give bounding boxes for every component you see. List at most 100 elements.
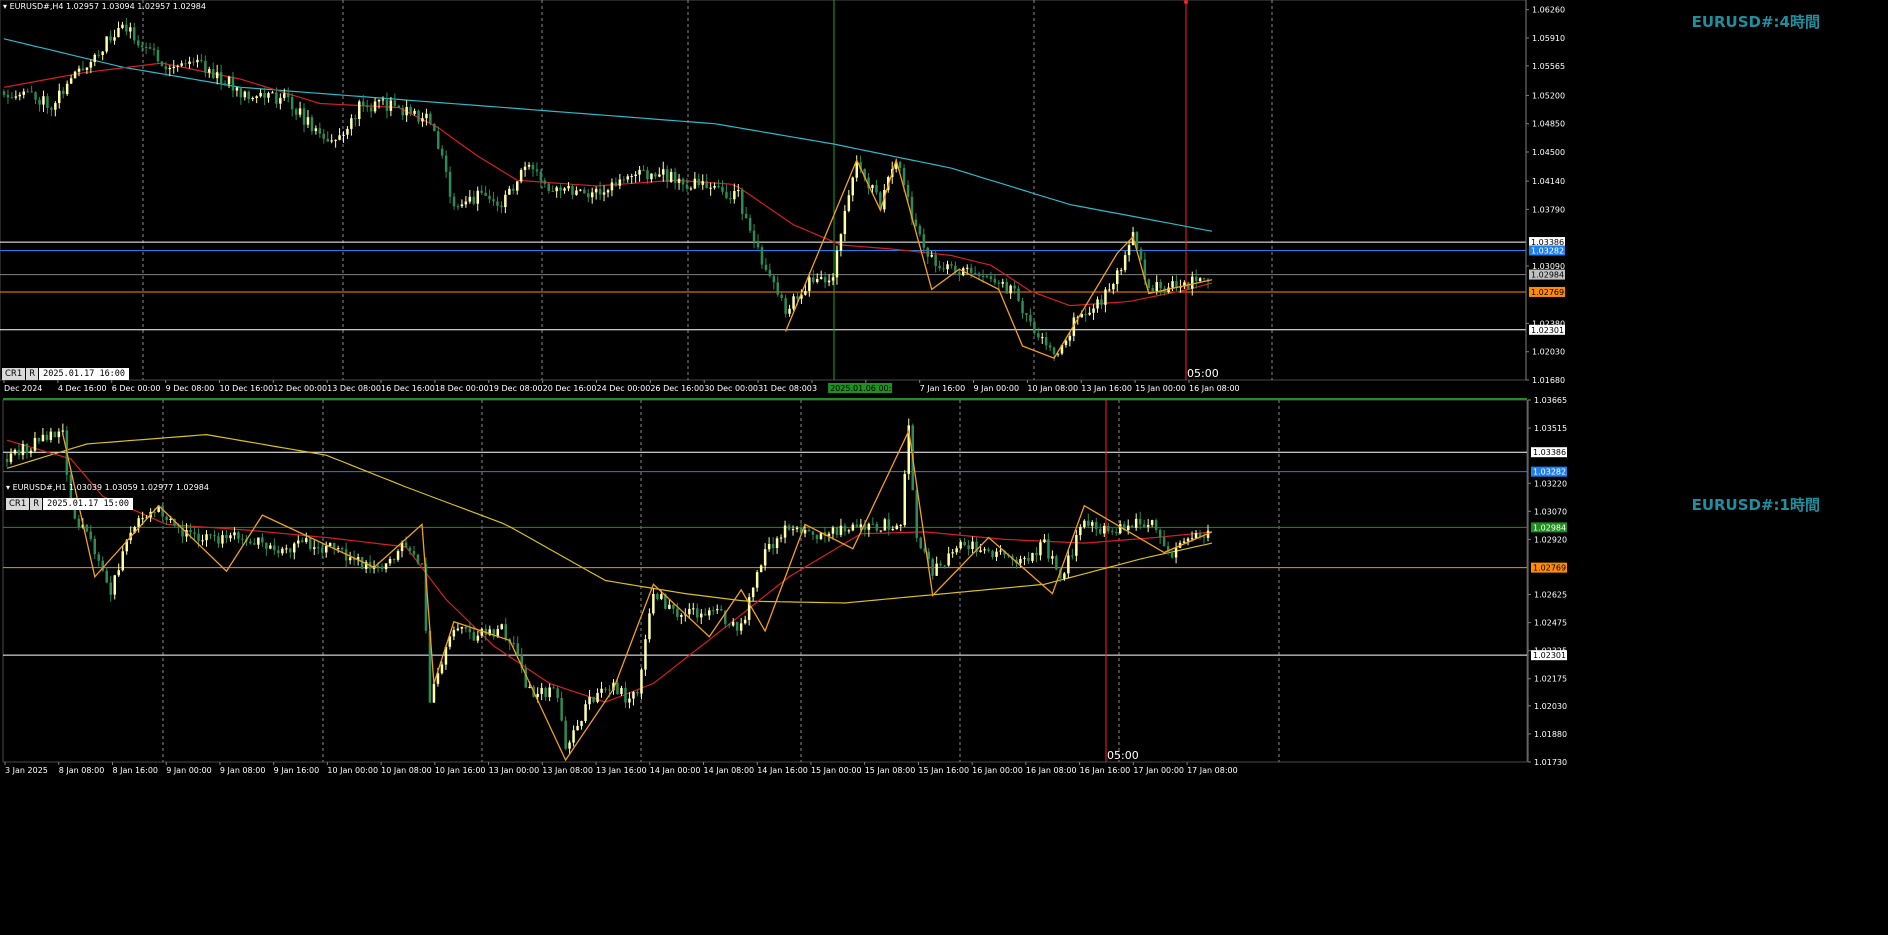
candle-body [235,87,239,91]
candle-body [1027,557,1030,561]
candle-body [685,184,689,189]
candle-body [97,554,100,561]
candle-body [959,541,962,549]
candle-body [950,264,953,266]
candle-body [808,277,811,291]
h4-panel: 05:00 1.06260 1.05910 1.05565 1.05200 1.04850… [0,0,1565,393]
time-tick-label: 8 Jan 08:00 [59,766,105,775]
candle-body [160,61,164,67]
candle-body [729,198,732,200]
candle-body [624,687,627,703]
candle-body [2,91,6,95]
candle-body [464,626,468,629]
candle-body [144,47,148,48]
candle-body [1041,337,1044,339]
candle-body [69,78,73,84]
candle-body [1108,289,1111,291]
candle-body [728,623,731,626]
collapse-arrow-icon[interactable]: ▾ [6,483,10,492]
level-price-text: 1.02984 [1531,271,1564,280]
candle-body [989,276,993,280]
ma-slow-line [6,433,1213,604]
candle-body [1120,270,1123,272]
time-tick-label: 16 Jan 16:00 [1080,766,1131,775]
candle-body [1092,308,1095,313]
candle-body [168,68,172,70]
candle-body [249,541,252,544]
candle-body [1071,555,1074,557]
candle-body [547,183,550,191]
time-tick-label: 14 Jan 08:00 [703,766,754,775]
time-tick-label: 31 Dec 08:00 [758,384,812,393]
candle-body [310,117,314,132]
candle-body [1130,525,1134,528]
collapse-arrow-icon[interactable]: ▾ [3,2,7,11]
candle-body [279,97,282,104]
candle-body [440,148,444,156]
candle-body [1075,535,1078,556]
candle-body [233,532,236,536]
time-tick-label: 16 Jan 08:00 [1189,384,1240,393]
candle-body [630,176,633,177]
candle-body [247,91,250,100]
candle-body [417,110,420,122]
time-tick-label: 3 [812,384,817,393]
candle-body [906,184,910,197]
candle-body [476,190,479,204]
candle-body [180,63,183,66]
time-tick-label: 15 Jan 16:00 [918,766,969,775]
candle-body [741,190,744,214]
candle-body [1151,288,1154,292]
candle-body [61,430,65,432]
cr1-chip[interactable]: CR1 [2,368,26,380]
candle-body [213,535,216,537]
candle-body [995,551,998,557]
r-chip[interactable]: R [26,368,39,380]
candle-body [556,688,559,698]
candle-body [638,169,641,175]
candle-body [1127,245,1131,256]
price-tick-label: 1.02030 [1534,702,1567,711]
candle-body [843,525,847,532]
candle-body [739,623,743,631]
price-tick-label: 1.01730 [1534,758,1567,767]
candle-body [1031,552,1034,561]
candle-body [981,276,985,277]
candle-body [77,518,81,528]
candle-body [823,277,827,283]
candle-body [634,174,637,176]
candle-body [283,93,286,98]
candle-body [456,628,460,631]
candle-body [594,188,598,193]
candle-body [602,192,606,195]
candle-body [1190,538,1194,540]
candle-body [30,91,33,93]
candle-body [1033,321,1036,334]
candle-body [807,529,811,532]
candle-body [700,613,703,618]
r-chip[interactable]: R [30,498,43,510]
candle-body [1037,333,1040,338]
candle-body [45,434,49,440]
candle-body [1155,282,1158,292]
candle-body [172,66,175,68]
candle-body [255,96,258,98]
candle-body [1138,518,1142,525]
candle-body [628,698,631,703]
candle-body [380,566,384,569]
candle-body [81,68,85,70]
candle-body [1039,542,1042,556]
candle-body [731,621,735,626]
candle-body [109,36,112,41]
candle-body [29,450,33,454]
cr1-chip[interactable]: CR1 [6,498,30,510]
price-tick-label: 1.05200 [1532,91,1565,100]
candle-body [743,619,747,624]
candle-body [737,190,740,192]
candle-body [1043,539,1046,543]
candle-body [456,206,460,208]
candle-body [437,131,440,149]
time-marker-dot [1184,0,1188,4]
candle-body [985,276,989,278]
level-price-text: 1.02769 [1531,288,1564,297]
